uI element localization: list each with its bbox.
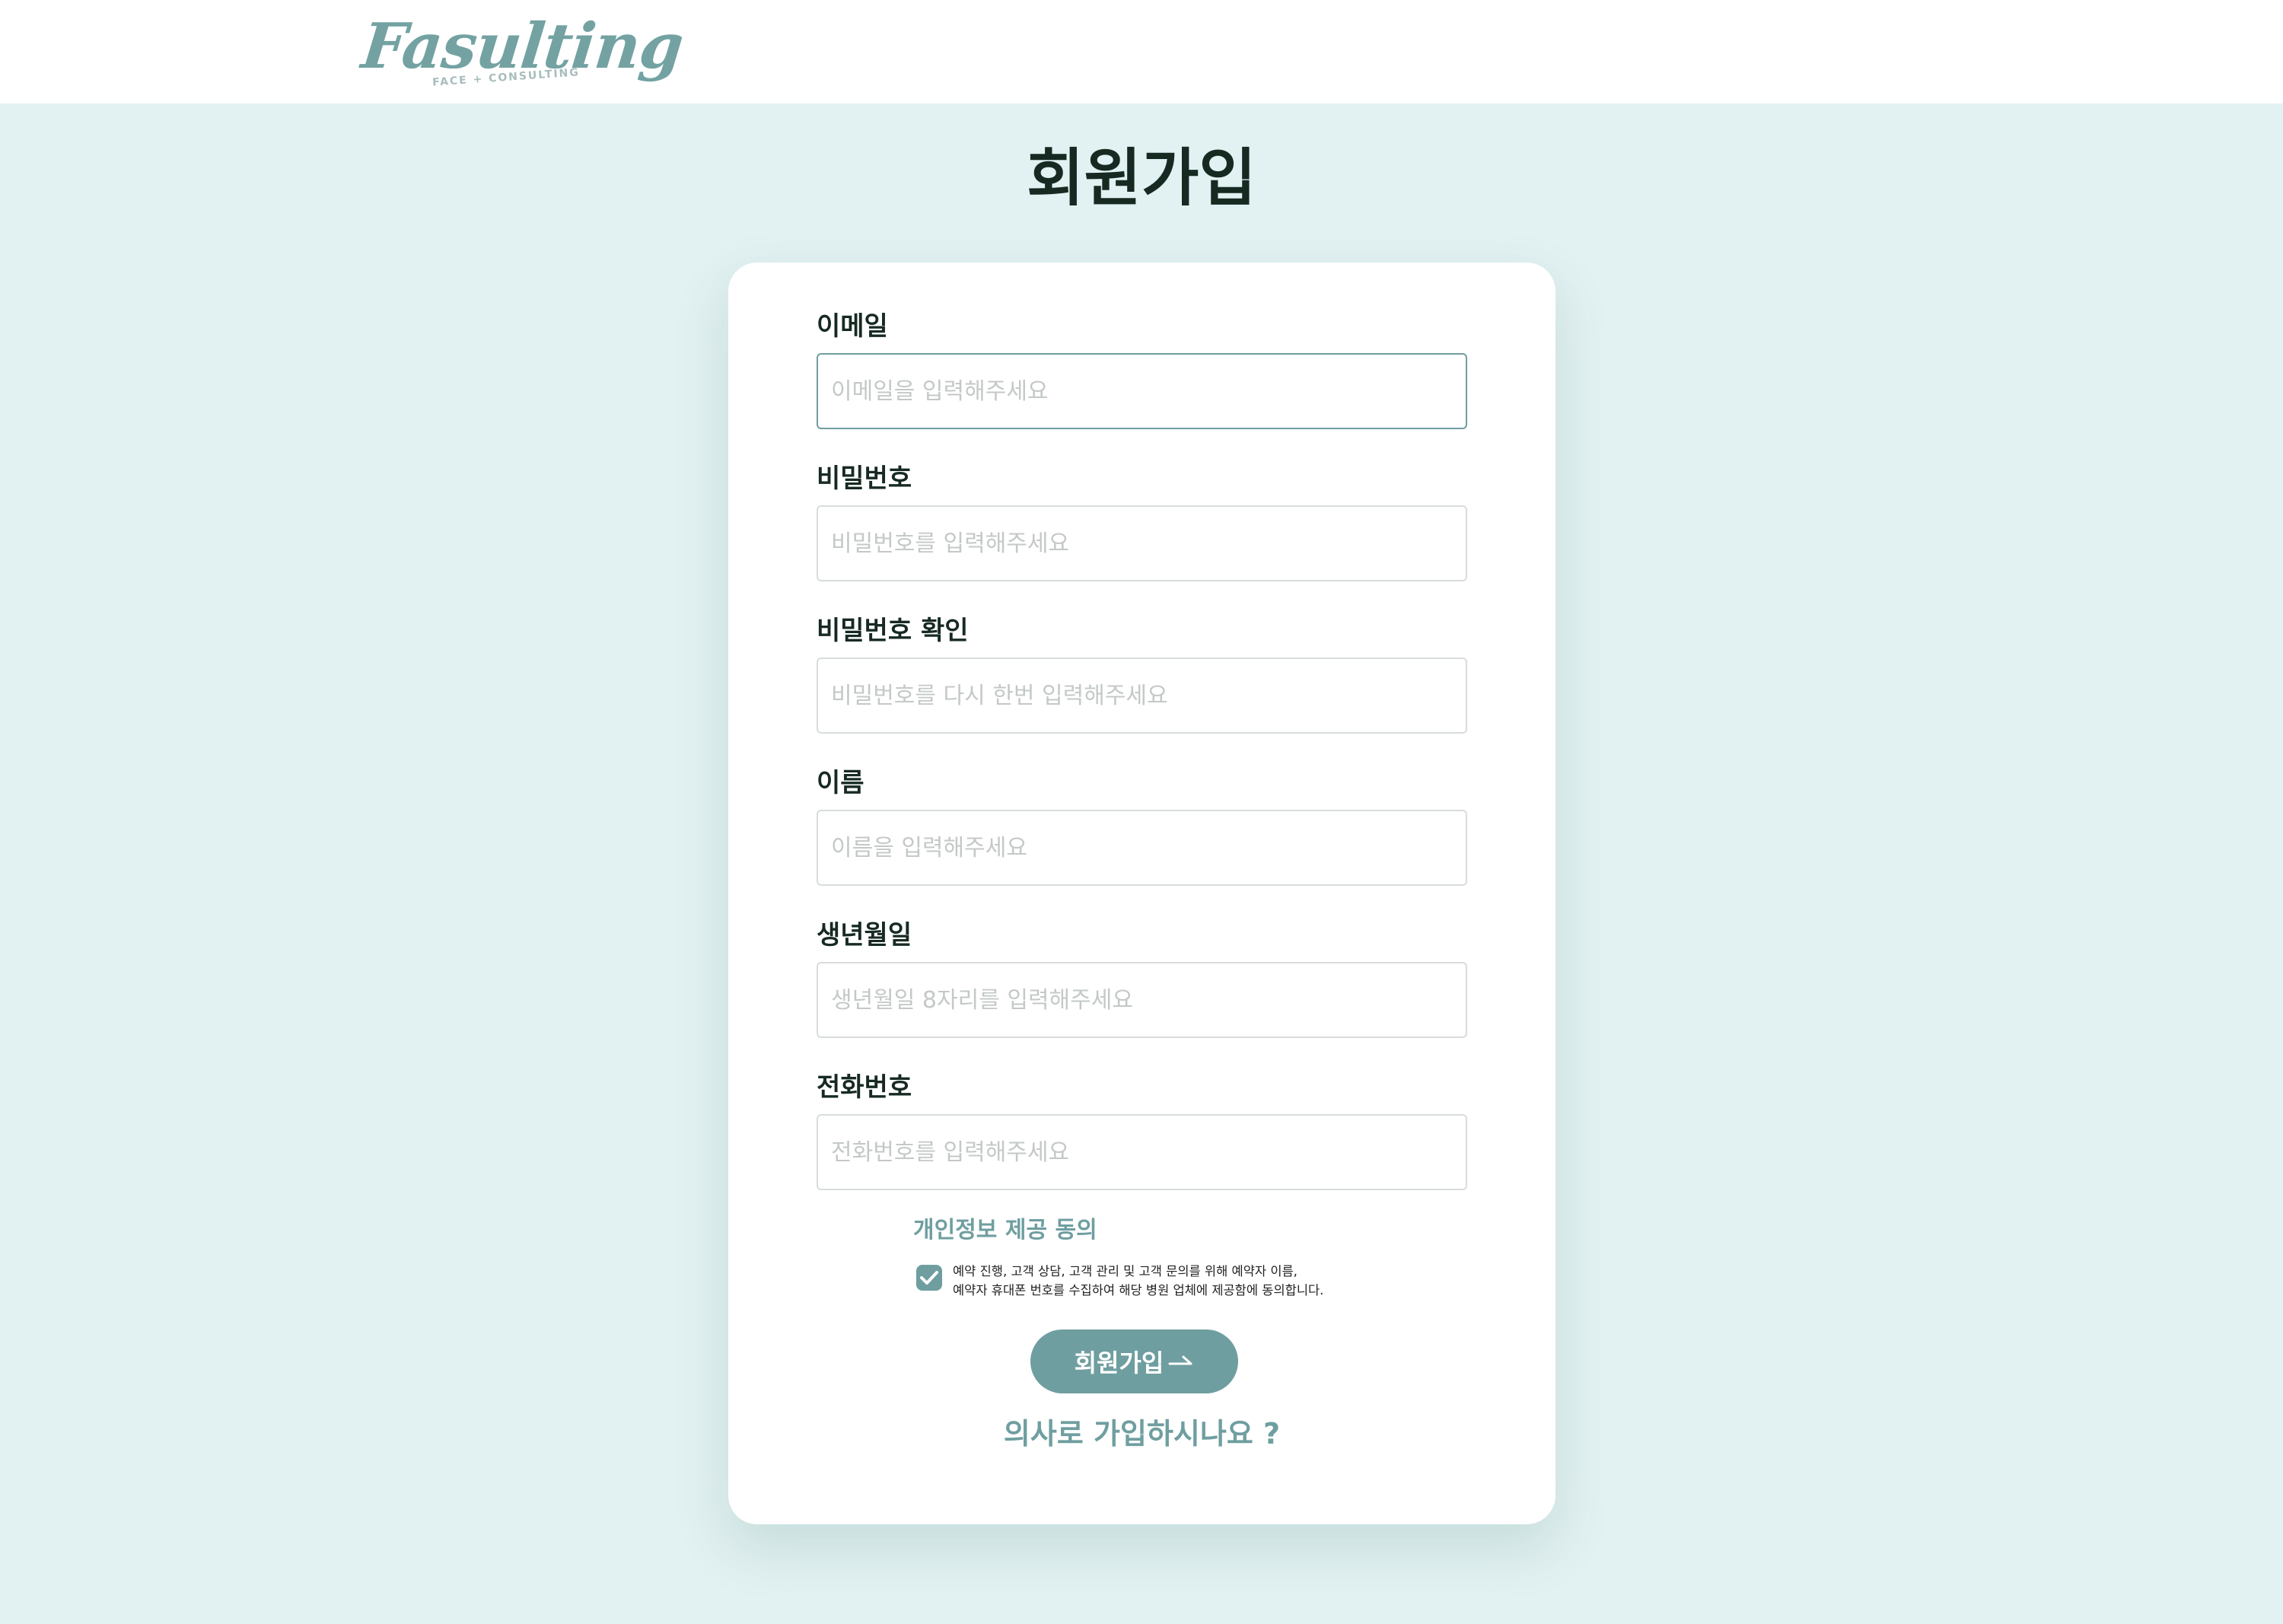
phone-input[interactable]: [817, 1114, 1467, 1190]
page-title: 회원가입: [1027, 142, 1256, 215]
signup-card: 이메일 비밀번호 비밀번호 확인 이름 생년월일 전화번호 개인정보 제공 동의…: [728, 263, 1555, 1524]
site-header: Fasulting FACE + CONSULTING: [0, 0, 2283, 103]
consent-text-line: 예약 진행, 고객 상담, 고객 관리 및 고객 문의를 위해 예약자 이름,: [953, 1264, 1298, 1279]
email-input[interactable]: [817, 353, 1467, 429]
name-input[interactable]: [817, 810, 1467, 886]
arrow-right-icon: [1168, 1355, 1192, 1365]
doctor-signup-link[interactable]: 의사로 가입하시나요 ?: [728, 1419, 1555, 1448]
password-confirm-input[interactable]: [817, 658, 1467, 734]
signup-button[interactable]: 회원가입: [1030, 1329, 1238, 1393]
password-label: 비밀번호: [817, 463, 912, 494]
birthdate-label: 생년월일: [817, 920, 912, 951]
checkmark-icon: [920, 1271, 938, 1285]
consent-checkbox[interactable]: [916, 1265, 942, 1291]
password-input[interactable]: [817, 505, 1467, 581]
birthdate-input[interactable]: [817, 962, 1467, 1038]
name-label: 이름: [817, 768, 864, 798]
consent-title: 개인정보 제공 동의: [913, 1217, 1097, 1243]
logo[interactable]: Fasulting FACE + CONSULTING: [358, 10, 686, 94]
email-label: 이메일: [817, 311, 888, 342]
phone-label: 전화번호: [817, 1072, 912, 1103]
consent-text-line: 예약자 휴대폰 번호를 수집하여 해당 병원 업체에 제공함에 동의합니다.: [953, 1283, 1324, 1298]
signup-button-label: 회원가입: [1074, 1349, 1164, 1377]
consent-text: 예약 진행, 고객 상담, 고객 관리 및 고객 문의를 위해 예약자 이름, …: [953, 1262, 1379, 1300]
logo-wordmark: Fasulting: [358, 10, 686, 83]
password-confirm-label: 비밀번호 확인: [817, 616, 969, 646]
